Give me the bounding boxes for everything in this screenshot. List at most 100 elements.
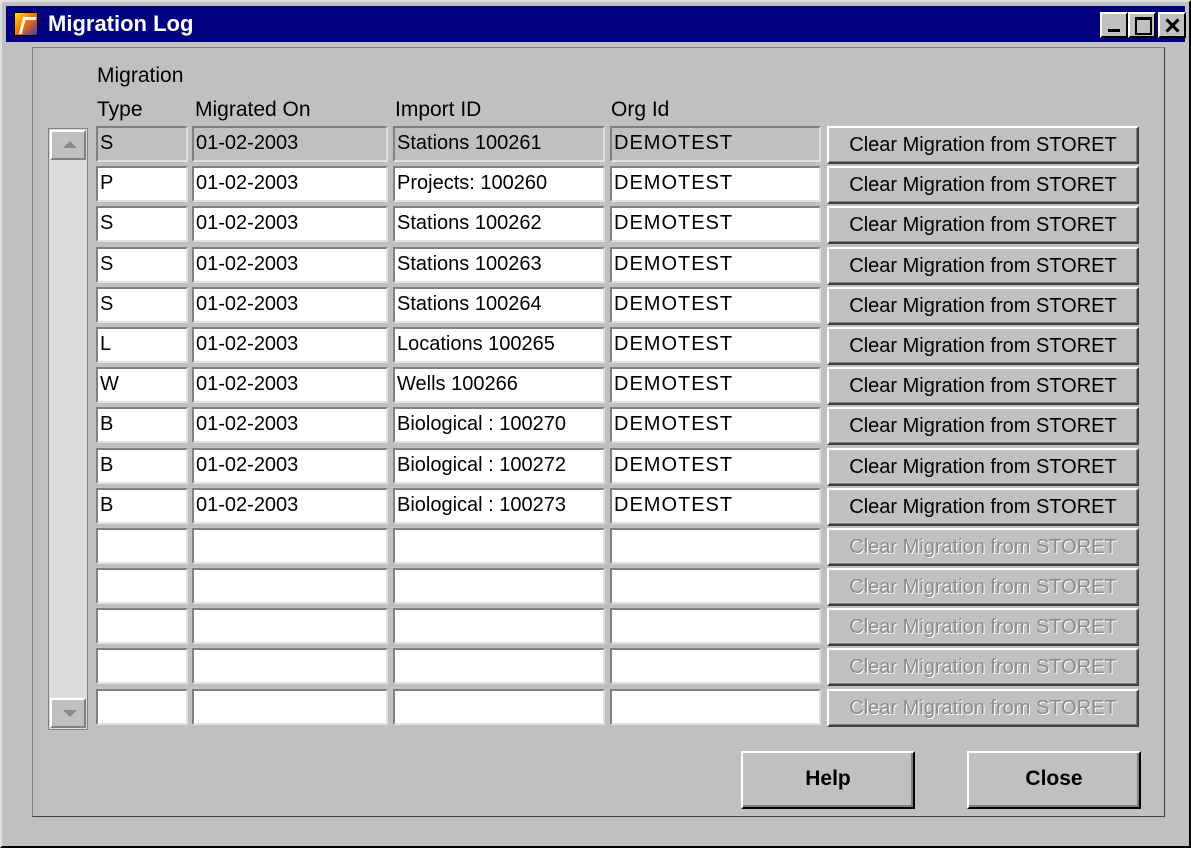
clear-migration-button[interactable]: Clear Migration from STORET: [827, 367, 1139, 406]
import-id-field[interactable]: [393, 568, 605, 605]
migrated-on-field[interactable]: 01-02-2003: [192, 166, 388, 203]
table-row: Clear Migration from STORET: [96, 688, 1146, 729]
clear-migration-button: Clear Migration from STORET: [827, 648, 1139, 687]
minimize-icon[interactable]: [1100, 12, 1128, 38]
import-id-field[interactable]: Stations 100264: [393, 286, 605, 323]
import-id-field[interactable]: Wells 100266: [393, 367, 605, 404]
migrated-on-field[interactable]: 01-02-2003: [192, 126, 388, 162]
org-id-field[interactable]: DEMOTEST: [610, 206, 821, 243]
migrated-on-field[interactable]: 01-02-2003: [192, 447, 388, 484]
clear-migration-button[interactable]: Clear Migration from STORET: [827, 487, 1139, 526]
table-row: P 01-02-2003 Projects: 100260 DEMOTEST Clear…: [96, 166, 1146, 206]
migrated-on-field[interactable]: 01-02-2003: [192, 367, 388, 404]
clear-migration-button[interactable]: Clear Migration from STORET: [827, 206, 1139, 245]
import-id-field[interactable]: Biological : 100272: [393, 447, 605, 484]
migrated-on-field[interactable]: 01-02-2003: [192, 246, 388, 283]
import-id-field[interactable]: Biological : 100273: [393, 487, 605, 524]
type-field[interactable]: B: [96, 447, 188, 484]
type-field[interactable]: B: [96, 487, 188, 524]
help-button[interactable]: Help: [741, 751, 915, 809]
window-title: Migration Log: [48, 11, 194, 36]
type-field[interactable]: [96, 568, 188, 605]
title-bar[interactable]: Migration Log: [6, 6, 1186, 42]
migrated-on-field[interactable]: [192, 648, 388, 685]
migration-app-icon[interactable]: [14, 12, 38, 36]
migrated-on-field[interactable]: [192, 568, 388, 605]
import-id-field[interactable]: Locations 100265: [393, 326, 605, 363]
import-id-field[interactable]: [393, 527, 605, 564]
table-row: B 01-02-2003 Biological : 100270 DEMOTEST Cl…: [96, 407, 1146, 447]
org-id-field[interactable]: DEMOTEST: [610, 407, 821, 444]
clear-migration-button[interactable]: Clear Migration from STORET: [827, 246, 1139, 285]
type-field[interactable]: S: [96, 206, 188, 243]
type-field[interactable]: W: [96, 367, 188, 404]
migrated-on-field[interactable]: [192, 527, 388, 564]
clear-migration-button[interactable]: Clear Migration from STORET: [827, 126, 1139, 164]
table-row: Clear Migration from STORET: [96, 608, 1146, 648]
org-id-field[interactable]: DEMOTEST: [610, 166, 821, 203]
close-icon[interactable]: [1158, 12, 1186, 38]
migrated-on-field[interactable]: 01-02-2003: [192, 286, 388, 323]
clear-migration-button[interactable]: Clear Migration from STORET: [827, 326, 1139, 365]
table-row: S 01-02-2003 Stations 100263 DEMOTEST Clear …: [96, 246, 1146, 287]
org-id-field[interactable]: DEMOTEST: [610, 487, 821, 524]
type-field[interactable]: [96, 648, 188, 685]
org-id-field[interactable]: DEMOTEST: [610, 286, 821, 323]
column-header-type-line2: Type: [97, 98, 143, 121]
org-id-field[interactable]: DEMOTEST: [610, 246, 821, 283]
vertical-scrollbar[interactable]: [48, 128, 88, 730]
scroll-up-arrow-icon: [63, 141, 77, 148]
maximize-icon[interactable]: [1128, 12, 1156, 38]
scroll-down-button[interactable]: [50, 698, 86, 728]
scroll-up-button[interactable]: [50, 130, 86, 160]
table-row: S 01-02-2003 Stations 100262 DEMOTEST Clear …: [96, 206, 1146, 246]
org-id-field[interactable]: [610, 648, 821, 685]
org-id-field[interactable]: [610, 688, 821, 725]
import-id-field[interactable]: [393, 608, 605, 645]
column-header-import-id: Import ID: [395, 98, 482, 121]
import-id-field[interactable]: Stations 100261: [393, 126, 605, 162]
table-row: Clear Migration from STORET: [96, 568, 1146, 608]
org-id-field[interactable]: [610, 608, 821, 645]
org-id-field[interactable]: DEMOTEST: [610, 367, 821, 404]
clear-migration-button[interactable]: Clear Migration from STORET: [827, 286, 1139, 325]
clear-migration-button[interactable]: Clear Migration from STORET: [827, 407, 1139, 446]
type-field[interactable]: [96, 608, 188, 645]
import-id-field[interactable]: Stations 100262: [393, 206, 605, 243]
column-header-org-id: Org Id: [611, 98, 670, 121]
import-id-field[interactable]: [393, 688, 605, 725]
org-id-field[interactable]: DEMOTEST: [610, 447, 821, 484]
org-id-field[interactable]: DEMOTEST: [610, 126, 821, 162]
type-field[interactable]: S: [96, 246, 188, 283]
type-field[interactable]: [96, 688, 188, 725]
table-row: Clear Migration from STORET: [96, 527, 1146, 568]
scroll-down-arrow-icon: [63, 710, 77, 717]
type-field[interactable]: S: [96, 286, 188, 323]
clear-migration-button[interactable]: Clear Migration from STORET: [827, 166, 1139, 205]
import-id-field[interactable]: [393, 648, 605, 685]
org-id-field[interactable]: DEMOTEST: [610, 326, 821, 363]
table-row: B 01-02-2003 Biological : 100272 DEMOTEST Cl…: [96, 447, 1146, 488]
migrated-on-field[interactable]: 01-02-2003: [192, 407, 388, 444]
import-id-field[interactable]: Projects: 100260: [393, 166, 605, 203]
migrated-on-field[interactable]: 01-02-2003: [192, 487, 388, 524]
import-id-field[interactable]: Stations 100263: [393, 246, 605, 283]
clear-migration-button[interactable]: Clear Migration from STORET: [827, 447, 1139, 486]
type-field[interactable]: [96, 527, 188, 564]
migrated-on-field[interactable]: 01-02-2003: [192, 326, 388, 363]
type-field[interactable]: B: [96, 407, 188, 444]
type-field[interactable]: P: [96, 166, 188, 203]
clear-migration-button: Clear Migration from STORET: [827, 568, 1139, 607]
close-button[interactable]: Close: [967, 751, 1141, 809]
import-id-field[interactable]: Biological : 100270: [393, 407, 605, 444]
migrated-on-field[interactable]: [192, 688, 388, 725]
table-row: Clear Migration from STORET: [96, 648, 1146, 688]
type-field[interactable]: S: [96, 126, 188, 162]
org-id-field[interactable]: [610, 527, 821, 564]
type-field[interactable]: L: [96, 326, 188, 363]
column-header-type-line1: Migration: [97, 64, 184, 87]
org-id-field[interactable]: [610, 568, 821, 605]
migrated-on-field[interactable]: [192, 608, 388, 645]
table-row: L 01-02-2003 Locations 100265 DEMOTEST Clear…: [96, 326, 1146, 367]
migrated-on-field[interactable]: 01-02-2003: [192, 206, 388, 243]
